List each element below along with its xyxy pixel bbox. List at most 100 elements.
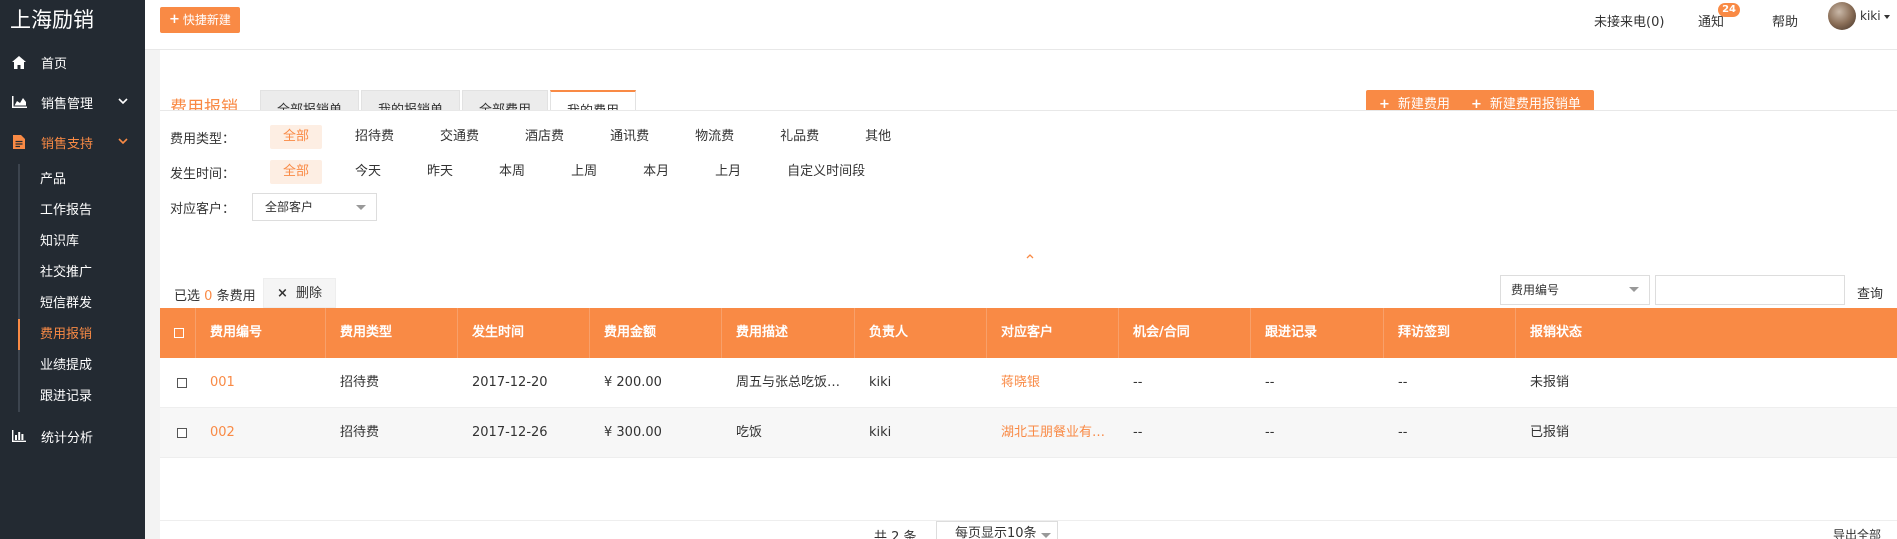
notify-count-badge: 24	[1718, 3, 1741, 17]
col-amount[interactable]: 费用金额	[590, 308, 722, 358]
cell-expense-type: 招待费	[340, 425, 380, 440]
type-chip-other[interactable]: 其他	[852, 125, 904, 149]
cell-date: 2017-12-26	[472, 425, 548, 440]
sub-item-follow-up[interactable]: 跟进记录	[0, 381, 145, 412]
user-menu[interactable]: kiki	[1860, 9, 1890, 23]
selected-prefix: 已选	[174, 289, 201, 304]
row-checkbox[interactable]	[177, 378, 187, 388]
collapse-filter-toggle[interactable]	[990, 252, 1070, 270]
bar-chart-icon	[11, 428, 27, 444]
cell-amount: ¥ 200.00	[604, 375, 662, 390]
search-input[interactable]	[1655, 275, 1845, 305]
sidebar: 上海励销 首页 销售管理 销售支持 产品 工作报告 知识库 社交推广 短信群发 …	[0, 0, 145, 539]
selected-suffix: 条费用	[216, 289, 256, 304]
selected-count-info: 已选 0 条费用	[174, 285, 256, 304]
sub-item-product[interactable]: 产品	[0, 164, 145, 195]
chevron-down-icon	[117, 95, 131, 109]
table-row[interactable]: 002 招待费 2017-12-26 ¥ 300.00 吃饭 kiki 湖北王朋…	[160, 408, 1897, 458]
sub-item-commission[interactable]: 业绩提成	[0, 350, 145, 381]
cell-claim-status: 已报销	[1530, 425, 1570, 440]
caret-down-icon	[1629, 287, 1639, 292]
delete-button[interactable]: × 删除	[263, 278, 337, 308]
page-size-select[interactable]: 每页显示10条	[936, 521, 1058, 539]
cell-customer[interactable]: 湖北王朋餐业有…	[987, 408, 1119, 458]
sales-support-submenu: 产品 工作报告 知识库 社交推广 短信群发 费用报销 业绩提成 跟进记录	[0, 162, 145, 416]
col-opportunity[interactable]: 机会/合同	[1119, 308, 1251, 358]
sub-item-knowledge-base[interactable]: 知识库	[0, 226, 145, 257]
cell-description: 吃饭	[736, 425, 763, 440]
sub-item-expense-claims[interactable]: 费用报销	[0, 319, 145, 350]
type-chip-hotel[interactable]: 酒店费	[512, 125, 577, 149]
col-customer[interactable]: 对应客户	[987, 308, 1119, 358]
col-claim-status[interactable]: 报销状态	[1516, 308, 1606, 358]
close-icon: ×	[277, 286, 288, 301]
missed-calls-link[interactable]: 未接来电(0)	[1594, 11, 1664, 30]
type-chip-telecom[interactable]: 通讯费	[597, 125, 662, 149]
time-chip-yesterday[interactable]: 昨天	[414, 160, 466, 184]
delete-label: 删除	[296, 286, 323, 301]
export-all-link[interactable]: 导出全部	[1833, 526, 1881, 539]
cell-visit-checkin: --	[1398, 425, 1408, 440]
notify-link[interactable]: 通知 24	[1698, 3, 1741, 30]
search-button[interactable]: 查询	[1857, 283, 1883, 302]
cell-follow-up: --	[1265, 375, 1275, 390]
top-bar: + 快捷新建 未接来电(0) 通知 24 帮助 kiki	[145, 0, 1897, 50]
type-chip-logistics[interactable]: 物流费	[682, 125, 747, 149]
cell-owner: kiki	[869, 375, 892, 390]
cell-expense-no[interactable]: 002	[196, 408, 326, 458]
help-link[interactable]: 帮助	[1772, 11, 1798, 30]
chevron-up-icon	[1026, 254, 1034, 259]
main-panel: 费用报销 全部报销单 我的报销单 全部费用 我的费用 + 新建费用 + 新建费用…	[160, 50, 1897, 539]
time-chip-this-week[interactable]: 本周	[486, 160, 538, 184]
nav-item-stats[interactable]: 统计分析	[0, 416, 145, 456]
type-chip-gifts[interactable]: 礼品费	[767, 125, 832, 149]
col-date[interactable]: 发生时间	[458, 308, 590, 358]
type-chip-all[interactable]: 全部	[270, 125, 323, 149]
cell-expense-no[interactable]: 001	[196, 358, 326, 408]
sub-item-work-report[interactable]: 工作报告	[0, 195, 145, 226]
nav-label-sales-support: 销售支持	[41, 136, 94, 152]
time-chip-last-month[interactable]: 上月	[702, 160, 754, 184]
caret-down-icon	[1883, 14, 1890, 19]
search-field-select[interactable]: 费用编号	[1500, 275, 1650, 305]
nav-label-home: 首页	[41, 56, 68, 72]
time-chip-all[interactable]: 全部	[270, 160, 323, 184]
filter-panel: 费用类型： 全部 招待费 交通费 酒店费 通讯费 物流费 礼品费 其他 发生时间…	[160, 110, 1897, 250]
cell-date: 2017-12-20	[472, 375, 548, 390]
table-row[interactable]: 001 招待费 2017-12-20 ¥ 200.00 周五与张总吃饭… kik…	[160, 358, 1897, 408]
sub-item-social-promo[interactable]: 社交推广	[0, 257, 145, 288]
filter-label-customer: 对应客户：	[170, 201, 236, 217]
select-all-checkbox[interactable]	[174, 328, 184, 338]
type-chip-entertainment[interactable]: 招待费	[342, 125, 407, 149]
col-expense-no[interactable]: 费用编号	[196, 308, 326, 358]
nav-item-sales-mgmt[interactable]: 销售管理	[0, 82, 145, 122]
col-description[interactable]: 费用描述	[722, 308, 855, 358]
type-chip-transport[interactable]: 交通费	[427, 125, 492, 149]
avatar[interactable]	[1828, 2, 1856, 30]
nav-label-stats: 统计分析	[41, 430, 94, 446]
user-name: kiki	[1860, 9, 1881, 23]
time-chip-today[interactable]: 今天	[342, 160, 394, 184]
row-checkbox[interactable]	[177, 428, 187, 438]
filter-row-type: 费用类型： 全部 招待费 交通费 酒店费 通讯费 物流费 礼品费 其他	[170, 125, 924, 149]
col-visit-checkin[interactable]: 拜访签到	[1384, 308, 1516, 358]
col-follow-up[interactable]: 跟进记录	[1251, 308, 1384, 358]
time-chip-this-month[interactable]: 本月	[630, 160, 682, 184]
page-size-value: 每页显示10条	[955, 526, 1037, 539]
customer-select[interactable]: 全部客户	[252, 193, 377, 221]
nav-label-sales-mgmt: 销售管理	[41, 96, 94, 112]
cell-follow-up: --	[1265, 425, 1275, 440]
total-count: 共 2 条	[874, 530, 917, 539]
col-expense-type[interactable]: 费用类型	[326, 308, 458, 358]
cell-owner: kiki	[869, 425, 892, 440]
sub-item-sms-broadcast[interactable]: 短信群发	[0, 288, 145, 319]
time-chip-last-week[interactable]: 上周	[558, 160, 610, 184]
quick-new-button[interactable]: + 快捷新建	[160, 7, 240, 33]
nav-item-home[interactable]: 首页	[0, 42, 145, 82]
time-chip-custom[interactable]: 自定义时间段	[774, 160, 878, 184]
notify-label: 通知	[1698, 15, 1725, 30]
col-owner[interactable]: 负责人	[855, 308, 987, 358]
cell-customer[interactable]: 蒋晓银	[987, 358, 1119, 408]
cell-visit-checkin: --	[1398, 375, 1408, 390]
nav-item-sales-support[interactable]: 销售支持	[0, 122, 145, 162]
